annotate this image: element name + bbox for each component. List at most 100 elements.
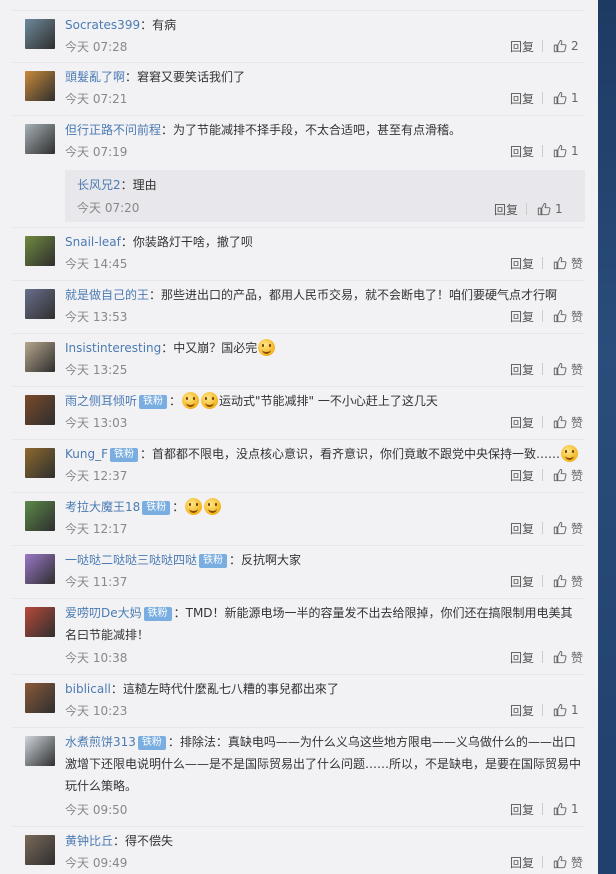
reply-button[interactable]: 回复 xyxy=(510,801,534,818)
divider xyxy=(542,651,543,663)
avatar[interactable] xyxy=(25,607,55,637)
avatar[interactable] xyxy=(25,395,55,425)
reply-body: ：理由 xyxy=(120,178,157,192)
timestamp: 今天 12:37 xyxy=(65,469,128,483)
username-link[interactable]: 頭髮亂了啊 xyxy=(65,70,125,84)
avatar[interactable] xyxy=(25,736,55,766)
username-link[interactable]: biblicall xyxy=(65,682,111,696)
avatar[interactable] xyxy=(25,448,55,478)
comment-text: biblicall：這糙左時代什麼亂七八糟的事兒都出來了 xyxy=(65,678,583,700)
comment-actions: 回复 赞 xyxy=(510,852,585,872)
comment-text: 水煮煎饼313 铁粉 ：排除法：真缺电吗——为什么义乌这些地方限电——义乌做什么的—… xyxy=(65,731,583,797)
comment-body: ： xyxy=(169,394,182,408)
reply-button[interactable]: 回复 xyxy=(510,361,534,378)
fan-badge: 铁粉 xyxy=(110,448,139,462)
comment-actions: 回复 赞 xyxy=(510,306,585,326)
reply-button[interactable]: 回复 xyxy=(510,90,534,107)
like-button[interactable]: 赞 xyxy=(553,255,585,272)
avatar[interactable] xyxy=(25,236,55,266)
comment-text: Kung_F 铁粉 ：首都都不限电，没点核心意识，看齐意识，你们竟敢不跟党中央保持一… xyxy=(65,443,583,465)
username-link[interactable]: 考拉大魔王18 xyxy=(65,500,140,514)
reply-button[interactable]: 回复 xyxy=(510,702,534,719)
comment-body-visible: 运动式"节能减排" 一不小心赶上了这几天 xyxy=(219,394,438,408)
thumbs-up-icon xyxy=(553,144,567,158)
like-button[interactable]: 赞 xyxy=(553,520,585,537)
reply-button[interactable]: 回复 xyxy=(510,854,534,871)
avatar[interactable] xyxy=(25,501,55,531)
username-link[interactable]: 水煮煎饼313 xyxy=(65,735,136,749)
timestamp: 今天 07:20 xyxy=(77,201,140,215)
timestamp: 今天 10:38 xyxy=(65,651,128,665)
reply-button[interactable]: 回复 xyxy=(510,649,534,666)
divider xyxy=(542,522,543,534)
fan-badge: 铁粉 xyxy=(199,554,228,568)
reply-button[interactable]: 回复 xyxy=(510,573,534,590)
like-button[interactable]: 赞 xyxy=(553,467,585,484)
username-link[interactable]: 但行正路不问前程 xyxy=(65,123,161,137)
comment-actions: 回复 1 xyxy=(510,141,585,161)
comment-text: Socrates399：有病 xyxy=(65,14,583,36)
username-link[interactable]: 一哒哒二哒哒三哒哒四哒 xyxy=(65,553,197,567)
timestamp: 今天 11:37 xyxy=(65,575,128,589)
username-link[interactable]: 长风兄2 xyxy=(77,178,121,192)
comment-text: 就是做自己的王：那些进出口的产品，都用人民币交易，就不会断电了！咱们要硬气点才行… xyxy=(65,284,583,306)
thumbs-up-icon xyxy=(553,703,567,717)
avatar[interactable] xyxy=(25,683,55,713)
avatar[interactable] xyxy=(25,835,55,865)
reply-button[interactable]: 回复 xyxy=(510,414,534,431)
reply-button[interactable]: 回复 xyxy=(510,308,534,325)
avatar[interactable] xyxy=(25,342,55,372)
username-link[interactable]: Socrates399 xyxy=(65,18,140,32)
like-button[interactable]: 赞 xyxy=(553,649,585,666)
like-button[interactable]: 1 xyxy=(553,144,585,158)
like-button[interactable]: 1 xyxy=(553,802,585,816)
like-button[interactable]: 赞 xyxy=(553,414,585,431)
comment-body: ：你装路灯干啥，撤了呗 xyxy=(120,235,253,249)
avatar[interactable] xyxy=(25,19,55,49)
avatar[interactable] xyxy=(25,289,55,319)
comment-text: 黄钟比丘：得不偿失 xyxy=(65,830,583,852)
thumbs-up-icon xyxy=(553,256,567,270)
reply-button[interactable]: 回复 xyxy=(494,201,518,218)
reply-button[interactable]: 回复 xyxy=(510,520,534,537)
comment-actions: 回复 1 xyxy=(510,700,585,720)
timestamp: 今天 14:45 xyxy=(65,257,128,271)
like-count: 1 xyxy=(571,703,579,717)
like-button[interactable]: 1 xyxy=(553,91,585,105)
username-link[interactable]: 雨之侧耳倾听 xyxy=(65,394,137,408)
divider xyxy=(542,856,543,868)
username-link[interactable]: Snail-leaf xyxy=(65,235,121,249)
reply-button[interactable]: 回复 xyxy=(510,255,534,272)
reply-button[interactable]: 回复 xyxy=(510,467,534,484)
like-button[interactable]: 赞 xyxy=(553,308,585,325)
like-button[interactable]: 赞 xyxy=(553,573,585,590)
like-count: 赞 xyxy=(571,855,584,870)
reply-button[interactable]: 回复 xyxy=(510,143,534,160)
comment-item: 黄钟比丘：得不偿失 今天 09:49 回复 赞 xyxy=(13,826,585,874)
like-button[interactable]: 赞 xyxy=(553,854,585,871)
username-link[interactable]: 就是做自己的王 xyxy=(65,288,149,302)
reply-button[interactable]: 回复 xyxy=(510,38,534,55)
comment-item: 一哒哒二哒哒三哒哒四哒 铁粉 ：反抗啊大家 今天 11:37 回复 赞 xyxy=(13,545,585,599)
like-button[interactable]: 2 xyxy=(553,39,585,53)
timestamp: 今天 13:25 xyxy=(65,363,128,377)
like-count: 1 xyxy=(571,91,579,105)
comment-body: ：這糙左時代什麼亂七八糟的事兒都出來了 xyxy=(110,682,339,696)
username-link[interactable]: Kung_F xyxy=(65,447,108,461)
username-link[interactable]: 黄钟比丘 xyxy=(65,834,113,848)
like-button[interactable]: 1 xyxy=(537,202,569,216)
avatar[interactable] xyxy=(25,124,55,154)
comment-actions: 回复 1 xyxy=(510,799,585,819)
avatar[interactable] xyxy=(25,554,55,584)
avatar[interactable] xyxy=(25,71,55,101)
comment-item: Socrates399：有病 今天 07:28 回复 2 xyxy=(13,10,585,63)
username-link[interactable]: Insistinteresting xyxy=(65,341,161,355)
like-button[interactable]: 赞 xyxy=(553,361,585,378)
comment-actions: 回复 赞 xyxy=(510,518,585,538)
like-button[interactable]: 1 xyxy=(553,703,585,717)
like-count: 赞 xyxy=(571,650,584,665)
comment-actions: 回复 1 xyxy=(494,199,569,219)
comment-actions: 回复 赞 xyxy=(510,465,585,485)
username-link[interactable]: 爱唠叨De大妈 xyxy=(65,606,142,620)
thumbs-up-icon xyxy=(553,91,567,105)
